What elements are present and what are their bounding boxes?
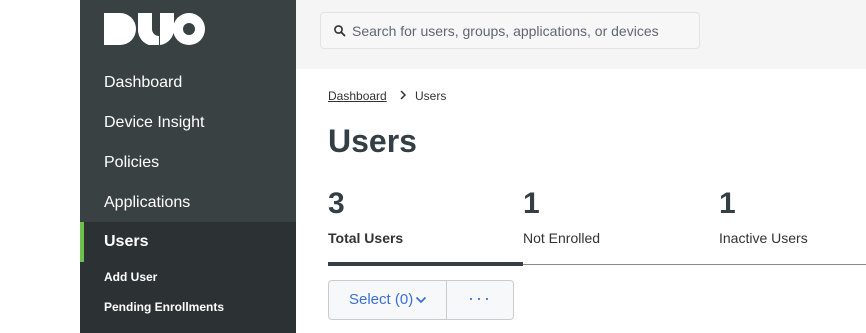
select-button-label: Select (0) [349,291,414,308]
stat-value: 1 [719,187,736,220]
sidebar-item-dashboard[interactable]: Dashboard [80,63,296,103]
active-tab-indicator [328,262,523,266]
sidebar-item-label: Policies [104,154,160,171]
duo-logo[interactable] [104,13,206,45]
bulk-actions-group: Select (0) ··· [328,280,514,320]
sidebar-subitem-add-user[interactable]: Add User [80,262,296,292]
page-title: Users [328,123,417,159]
top-bar [296,0,866,69]
search-icon [334,25,346,37]
sidebar-item-label: Device Insight [104,114,205,131]
breadcrumb-link-dashboard[interactable]: Dashboard [328,89,387,103]
left-gutter [0,0,80,333]
stat-label: Inactive Users [719,230,808,246]
search-box[interactable] [320,12,700,49]
sidebar-subitem-pending-enrollments[interactable]: Pending Enrollments [80,292,296,333]
breadcrumb-current: Users [415,89,447,103]
stat-inactive-users[interactable]: 1 Inactive Users [719,186,808,246]
select-dropdown-button[interactable]: Select (0) [329,281,447,319]
sidebar-item-applications[interactable]: Applications [80,183,296,223]
search-input[interactable] [352,21,692,41]
sidebar-subitem-label: Add User [104,270,158,284]
sidebar-item-label: Users [104,233,149,250]
sidebar-subitem-label: Pending Enrollments [104,300,225,314]
sidebar-item-label: Applications [104,194,191,211]
more-actions-button[interactable]: ··· [447,281,513,319]
stat-label: Total Users [328,230,404,246]
chevron-down-icon [415,296,427,304]
sidebar: Dashboard Device Insight Policies Applic… [80,0,296,333]
stat-value: 1 [523,187,540,220]
stat-value: 3 [328,187,345,220]
sidebar-item-device-insight[interactable]: Device Insight [80,103,296,143]
sidebar-item-policies[interactable]: Policies [80,143,296,183]
stat-label: Not Enrolled [523,230,601,246]
sidebar-item-users[interactable]: Users [80,222,296,262]
more-button-label: ··· [468,288,492,308]
sidebar-item-label: Dashboard [104,74,183,91]
stat-not-enrolled[interactable]: 1 Not Enrolled [523,186,600,246]
chevron-right-icon [400,90,407,100]
stat-total-users[interactable]: 3 Total Users [328,186,403,246]
